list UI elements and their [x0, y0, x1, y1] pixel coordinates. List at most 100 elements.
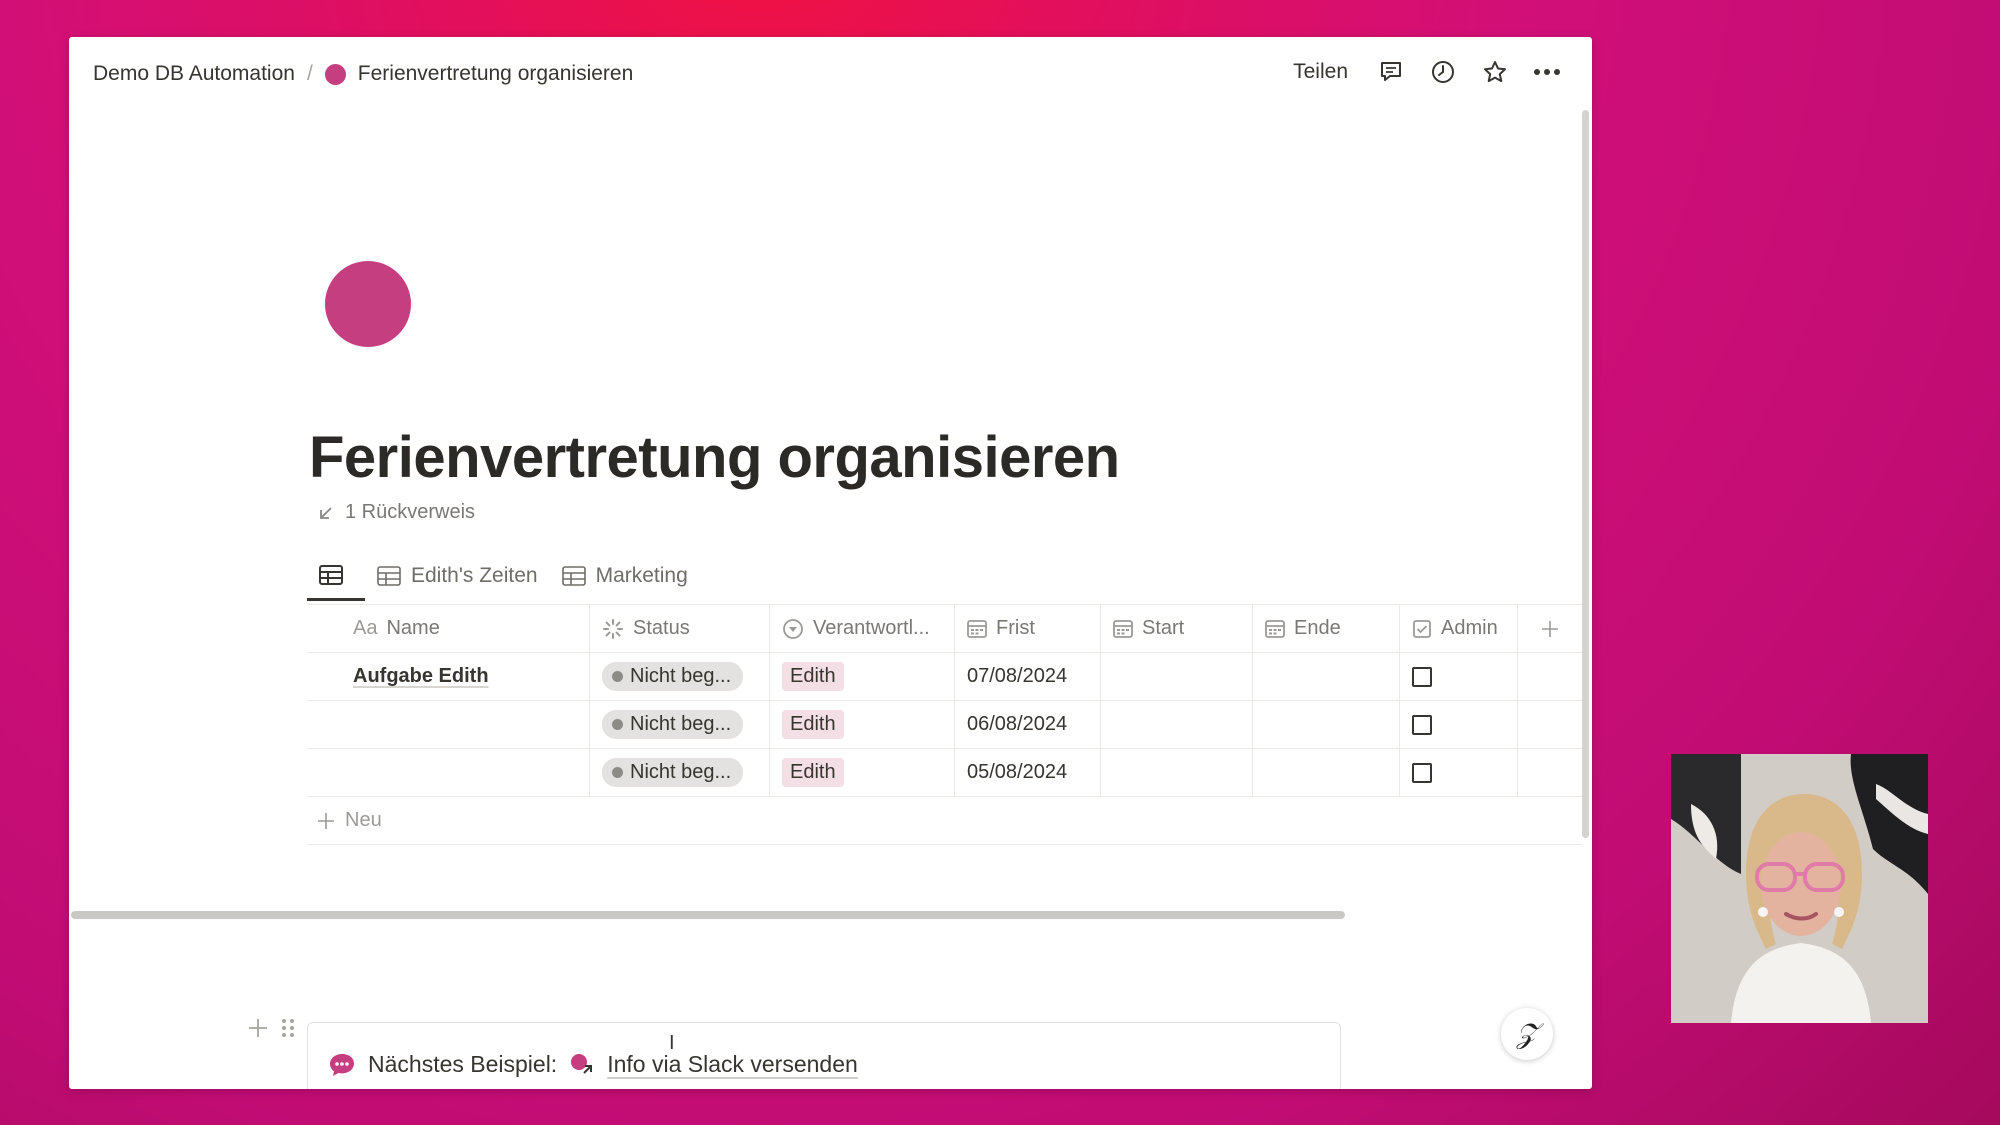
person-tag: Edith — [782, 710, 844, 739]
comment-icon[interactable] — [1376, 57, 1406, 87]
backlinks-label: 1 Rückverweis — [345, 501, 476, 523]
column-header-deadline[interactable]: Frist — [955, 605, 1101, 652]
cell-start[interactable] — [1101, 653, 1253, 700]
row-name-text: Aufgabe Edith — [353, 665, 489, 687]
page-dot-icon — [324, 63, 346, 85]
horizontal-scrollbar[interactable] — [71, 911, 1345, 919]
cell-end[interactable] — [1253, 749, 1400, 796]
callout-block[interactable]: Nächstes Beispiel: Info via Slack versen… — [307, 1022, 1341, 1089]
plus-icon — [318, 812, 334, 829]
cell-admin — [1400, 653, 1518, 700]
add-column-button[interactable] — [1518, 605, 1582, 652]
presenter-video-image — [1671, 754, 1928, 1023]
callout-page-link[interactable]: Info via Slack versenden — [607, 1051, 858, 1078]
status-loader-icon — [603, 618, 623, 639]
vertical-scrollbar[interactable] — [1582, 110, 1589, 838]
admin-checkbox[interactable] — [1412, 666, 1432, 687]
notion-ai-button[interactable]: 𝒵 — [1501, 1008, 1553, 1060]
cell-empty — [1518, 653, 1582, 700]
cell-deadline[interactable]: 06/08/2024 — [955, 701, 1101, 748]
cell-status[interactable]: Nicht beg... — [590, 653, 770, 700]
cell-name[interactable] — [307, 749, 590, 796]
calendar-icon — [1113, 619, 1133, 638]
cell-start[interactable] — [1101, 749, 1253, 796]
breadcrumb-separator: / — [306, 62, 313, 85]
breadcrumb-page[interactable]: Ferienvertretung organisieren — [358, 62, 633, 86]
page-icon[interactable] — [325, 261, 411, 347]
column-end-label: Ende — [1294, 617, 1341, 639]
column-admin-label: Admin — [1441, 617, 1498, 639]
top-bar: Demo DB Automation / Ferienvertretung or… — [69, 37, 1592, 115]
cell-responsible[interactable]: Edith — [770, 653, 955, 700]
column-header-responsible[interactable]: Verantwortl... — [770, 605, 955, 652]
cell-admin — [1400, 749, 1518, 796]
callout-content: Nächstes Beispiel: Info via Slack versen… — [328, 1051, 858, 1078]
share-button[interactable]: Teilen — [1293, 60, 1348, 84]
table-row[interactable]: Aufgabe Edith Nicht beg... Edith 07/08/2… — [307, 653, 1582, 701]
status-dot-icon — [612, 719, 623, 730]
table-icon — [377, 566, 401, 586]
table-icon — [319, 564, 343, 585]
cell-empty — [1518, 749, 1582, 796]
cell-name[interactable]: Aufgabe Edith — [307, 653, 590, 700]
cell-empty — [1518, 701, 1582, 748]
table-row[interactable]: Nicht beg... Edith 05/08/2024 — [307, 749, 1582, 797]
deadline-text: 07/08/2024 — [967, 665, 1068, 687]
person-tag: Edith — [782, 758, 844, 787]
new-row-button[interactable]: Neu — [307, 797, 1582, 845]
cell-end[interactable] — [1253, 701, 1400, 748]
column-header-status[interactable]: Status — [590, 605, 770, 652]
text-type-icon: Aa — [353, 617, 378, 639]
cell-responsible[interactable]: Edith — [770, 701, 955, 748]
column-header-name[interactable]: Aa Name — [307, 605, 590, 652]
webcam-overlay — [1671, 754, 1928, 1023]
cell-status[interactable]: Nicht beg... — [590, 701, 770, 748]
block-handle — [247, 1017, 295, 1039]
favorite-star-icon[interactable] — [1480, 57, 1510, 87]
admin-checkbox[interactable] — [1412, 714, 1432, 735]
cell-deadline[interactable]: 05/08/2024 — [955, 749, 1101, 796]
person-tag: Edith — [782, 662, 844, 691]
select-circle-icon — [783, 618, 803, 639]
drag-handle-icon[interactable] — [281, 1017, 295, 1039]
speech-bubble-icon — [330, 1053, 354, 1076]
cell-responsible[interactable]: Edith — [770, 749, 955, 796]
status-tag: Nicht beg... — [602, 710, 744, 739]
column-header-admin[interactable]: Admin — [1400, 605, 1518, 652]
column-start-label: Start — [1142, 617, 1185, 639]
column-responsible-label: Verantwortl... — [813, 617, 930, 639]
more-dots-icon[interactable] — [1532, 57, 1562, 87]
status-text: Nicht beg... — [630, 761, 732, 783]
history-clock-icon[interactable] — [1428, 57, 1458, 87]
table-icon — [561, 566, 586, 586]
breadcrumb-workspace[interactable]: Demo DB Automation — [93, 62, 295, 86]
tab-marketing[interactable]: Marketing — [550, 552, 700, 600]
deadline-text: 06/08/2024 — [967, 713, 1068, 735]
tab-ediths-zeiten[interactable]: Edith's Zeiten — [365, 552, 550, 600]
new-row-label: Neu — [345, 809, 382, 831]
page-title[interactable]: Ferienvertretung organisieren — [309, 424, 1120, 491]
view-tabs: Edith's Zeiten Marketing — [307, 551, 700, 601]
checkbox-type-icon — [1413, 619, 1431, 638]
column-header-start[interactable]: Start — [1101, 605, 1253, 652]
table-header-row: Aa Name Status Verantwortl... Frist Star… — [307, 604, 1582, 653]
cell-end[interactable] — [1253, 653, 1400, 700]
tab-table-view[interactable] — [307, 551, 365, 601]
breadcrumb: Demo DB Automation / Ferienvertretung or… — [93, 62, 633, 86]
cell-admin — [1400, 701, 1518, 748]
admin-checkbox[interactable] — [1412, 762, 1432, 783]
database-table: Aa Name Status Verantwortl... Frist Star… — [307, 604, 1582, 845]
add-block-plus-icon[interactable] — [247, 1017, 269, 1039]
cell-start[interactable] — [1101, 701, 1253, 748]
table-row[interactable]: Nicht beg... Edith 06/08/2024 — [307, 701, 1582, 749]
column-header-end[interactable]: Ende — [1253, 605, 1400, 652]
cell-status[interactable]: Nicht beg... — [590, 749, 770, 796]
top-actions: Teilen — [1293, 57, 1562, 87]
status-text: Nicht beg... — [630, 665, 732, 687]
backlinks[interactable]: 1 Rückverweis — [317, 501, 475, 524]
cell-deadline[interactable]: 07/08/2024 — [955, 653, 1101, 700]
cell-name[interactable] — [307, 701, 590, 748]
deadline-text: 05/08/2024 — [967, 761, 1068, 783]
status-tag: Nicht beg... — [602, 758, 744, 787]
backlink-arrow-icon — [320, 506, 332, 519]
